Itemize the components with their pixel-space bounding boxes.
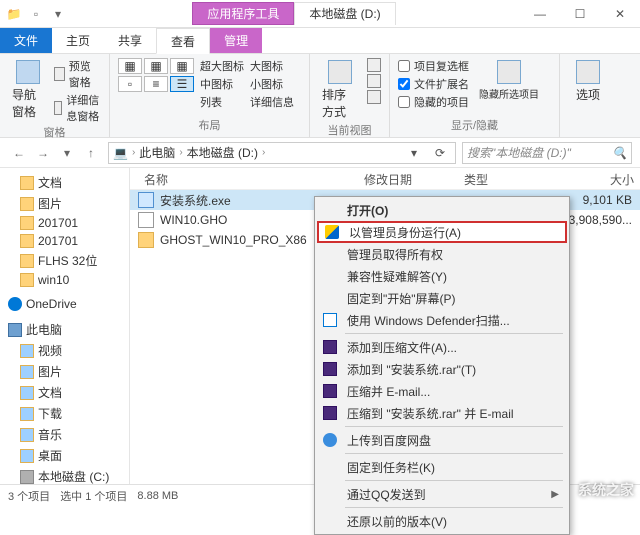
- menu-add-archive[interactable]: 添加到压缩文件(A)...: [317, 336, 567, 358]
- status-size: 8.88 MB: [137, 490, 178, 502]
- history-dropdown[interactable]: ▾: [56, 142, 78, 164]
- checkbox-file-ext[interactable]: 文件扩展名: [398, 76, 469, 92]
- refresh-icon[interactable]: ⟳: [429, 146, 451, 160]
- navigation-pane-button[interactable]: 导航窗格: [8, 58, 48, 122]
- tree-item[interactable]: 201701: [0, 232, 129, 250]
- window-title: 本地磁盘 (D:): [294, 2, 395, 25]
- address-dropdown-icon[interactable]: ▾: [403, 146, 425, 160]
- rar-icon: [323, 384, 337, 398]
- sort-button[interactable]: 排序方式: [318, 58, 361, 122]
- sort-label: 排序方式: [322, 86, 357, 120]
- pc-icon: 💻: [113, 146, 128, 160]
- tree-item[interactable]: 桌面: [0, 445, 129, 466]
- menu-email-rar[interactable]: 压缩到 "安装系统.rar" 并 E-mail: [317, 402, 567, 424]
- back-button[interactable]: ←: [8, 142, 30, 164]
- menu-admin-ownership[interactable]: 管理员取得所有权: [317, 243, 567, 265]
- menu-pin-taskbar[interactable]: 固定到任务栏(K): [317, 456, 567, 478]
- tree-item[interactable]: 图片: [0, 193, 129, 214]
- menu-qq-send[interactable]: 通过QQ发送到▶: [317, 483, 567, 505]
- forward-button[interactable]: →: [32, 142, 54, 164]
- maximize-button[interactable]: ☐: [560, 0, 600, 28]
- checkbox-hidden[interactable]: 隐藏的项目: [398, 94, 469, 110]
- cloud-icon: [323, 433, 337, 447]
- layout-details[interactable]: ☰: [170, 76, 194, 92]
- layout-medium[interactable]: ▦: [170, 58, 194, 74]
- tab-view[interactable]: 查看: [156, 28, 210, 54]
- menu-open[interactable]: 打开(O): [317, 199, 567, 221]
- column-name[interactable]: 名称: [138, 168, 358, 189]
- menu-pin-start[interactable]: 固定到"开始"屏幕(P): [317, 287, 567, 309]
- menu-add-rar[interactable]: 添加到 "安装系统.rar"(T): [317, 358, 567, 380]
- column-modified[interactable]: 修改日期: [358, 168, 458, 189]
- file-icon: [138, 212, 154, 228]
- rar-icon: [323, 340, 337, 354]
- tree-item[interactable]: 视频: [0, 340, 129, 361]
- search-placeholder: 搜索"本地磁盘 (D:)": [467, 144, 571, 161]
- nav-pane-label: 导航窗格: [12, 86, 44, 120]
- detail-pane-button[interactable]: 详细信息窗格: [54, 92, 101, 124]
- shield-icon: [325, 225, 339, 239]
- layout-large[interactable]: ▦: [144, 58, 168, 74]
- hide-selected-button[interactable]: 隐藏所选项目: [475, 58, 543, 103]
- tree-item[interactable]: 音乐: [0, 424, 129, 445]
- search-input[interactable]: 搜索"本地磁盘 (D:)" 🔍: [462, 142, 632, 164]
- context-menu: 打开(O) 以管理员身份运行(A) 管理员取得所有权 兼容性疑难解答(Y) 固定…: [314, 196, 570, 535]
- tree-item[interactable]: 本地磁盘 (C:): [0, 466, 129, 484]
- layout-extra-large[interactable]: ▦: [118, 58, 142, 74]
- tree-item[interactable]: 下载: [0, 403, 129, 424]
- menu-defender[interactable]: 使用 Windows Defender扫描...: [317, 309, 567, 331]
- tree-thispc[interactable]: 此电脑: [0, 319, 129, 340]
- menu-restore[interactable]: 还原以前的版本(V): [317, 510, 567, 532]
- tab-file[interactable]: 文件: [0, 28, 52, 53]
- status-count: 3 个项目: [8, 488, 50, 504]
- group-layout-label: 布局: [118, 117, 301, 133]
- tab-home[interactable]: 主页: [52, 28, 104, 53]
- group-view-label: 当前视图: [318, 122, 381, 138]
- options-button[interactable]: 选项: [568, 58, 608, 105]
- props-icon[interactable]: ▫: [26, 4, 46, 24]
- folder-icon: 📁: [4, 4, 24, 24]
- menu-baidu[interactable]: 上传到百度网盘: [317, 429, 567, 451]
- status-selected: 选中 1 个项目: [60, 488, 127, 504]
- defender-icon: [323, 313, 337, 327]
- column-size[interactable]: 大小: [528, 168, 640, 189]
- rar-icon: [323, 406, 337, 420]
- checkbox-item-boxes[interactable]: 项目复选框: [398, 58, 469, 74]
- search-icon: 🔍: [612, 146, 627, 160]
- column-type[interactable]: 类型: [458, 168, 528, 189]
- layout-small[interactable]: ▫: [118, 76, 142, 92]
- group-show-label: 显示/隐藏: [398, 117, 551, 133]
- close-button[interactable]: ✕: [600, 0, 640, 28]
- menu-run-as-admin[interactable]: 以管理员身份运行(A): [317, 221, 567, 243]
- tree-item[interactable]: 文档: [0, 172, 129, 193]
- tree-item[interactable]: 文档: [0, 382, 129, 403]
- tree-item[interactable]: 图片: [0, 361, 129, 382]
- qat-dropdown-icon[interactable]: ▾: [48, 4, 68, 24]
- rar-icon: [323, 362, 337, 376]
- contextual-tab[interactable]: 应用程序工具: [192, 2, 294, 25]
- group-panes-label: 窗格: [8, 124, 101, 140]
- menu-email[interactable]: 压缩并 E-mail...: [317, 380, 567, 402]
- tree-onedrive[interactable]: OneDrive: [0, 295, 129, 313]
- minimize-button[interactable]: —: [520, 0, 560, 28]
- breadcrumb-drive[interactable]: 本地磁盘 (D:): [187, 144, 258, 161]
- up-button[interactable]: ↑: [80, 142, 102, 164]
- tree-item[interactable]: FLHS 32位: [0, 250, 129, 271]
- exe-icon: [138, 192, 154, 208]
- tab-manage[interactable]: 管理: [210, 28, 262, 53]
- tree-item[interactable]: win10: [0, 271, 129, 289]
- menu-troubleshoot[interactable]: 兼容性疑难解答(Y): [317, 265, 567, 287]
- breadcrumb[interactable]: 💻 › 此电脑 › 本地磁盘 (D:) › ▾ ⟳: [108, 142, 456, 164]
- layout-list[interactable]: ≡: [144, 76, 168, 92]
- preview-pane-button[interactable]: 预览窗格: [54, 58, 101, 90]
- submenu-arrow-icon: ▶: [551, 489, 559, 500]
- folder-icon: [138, 232, 154, 248]
- tree-item[interactable]: 201701: [0, 214, 129, 232]
- tab-share[interactable]: 共享: [104, 28, 156, 53]
- breadcrumb-thispc[interactable]: 此电脑: [139, 144, 175, 161]
- navigation-tree[interactable]: 文档 图片 201701 201701 FLHS 32位 win10 OneDr…: [0, 168, 130, 484]
